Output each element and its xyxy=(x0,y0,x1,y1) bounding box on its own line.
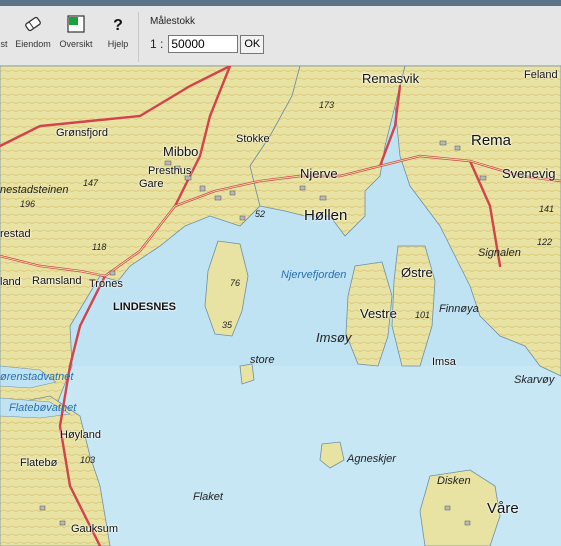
eraser-icon xyxy=(23,14,43,34)
tool-oversikt-label: Oversikt xyxy=(59,39,93,49)
place-label-lindesnes: LINDESNES xyxy=(113,301,176,313)
place-label-restad: restad xyxy=(0,228,31,240)
tool-hjelp[interactable]: ? Hjelp xyxy=(104,14,132,49)
place-label-hollen: Høllen xyxy=(304,207,348,224)
place-label-flatebo: Flatebø xyxy=(20,457,58,469)
place-label-finnoya: Finnøya xyxy=(439,303,479,315)
place-label-vestre: Vestre xyxy=(360,306,397,321)
tool-eiendom[interactable]: Eiendom xyxy=(12,14,54,49)
elevation-label-173: 173 xyxy=(319,100,335,110)
place-label-store: store xyxy=(250,354,275,366)
place-label-ostre: Østre xyxy=(401,265,433,280)
place-label-agneskjer: Agneskjer xyxy=(347,453,396,465)
islet-store xyxy=(239,363,255,385)
elevation-label-196: 196 xyxy=(20,199,36,209)
tool-partial-label: st xyxy=(0,39,8,49)
place-label-presthus: Presthus xyxy=(148,165,192,177)
elevation-label-122: 122 xyxy=(537,237,553,247)
place-label-nestadsteinen: nestadsteinen xyxy=(0,184,69,196)
place-label-signalen: Signalen xyxy=(478,247,521,259)
place-label-feland: Feland xyxy=(524,69,558,81)
place-label-rema: Rema xyxy=(471,132,512,149)
help-question-icon: ? xyxy=(108,14,128,34)
elevation-label-147: 147 xyxy=(83,178,99,188)
place-label-flaket: Flaket xyxy=(193,491,223,503)
elevation-label-118: 118 xyxy=(92,242,107,252)
elevation-label-76: 76 xyxy=(230,278,241,288)
tool-eiendom-label: Eiendom xyxy=(15,39,51,49)
water-label-flatebovatnet: Flatebøvatnet xyxy=(9,402,77,414)
place-label-njerve: Njerve xyxy=(300,166,338,181)
place-label-svenevig: Svenevig xyxy=(502,166,556,181)
place-label-imsoy: Imsøy xyxy=(316,330,352,345)
elevation-label-103: 103 xyxy=(80,455,96,465)
place-label-stokke: Stokke xyxy=(236,133,270,145)
place-label-hoyland: Høyland xyxy=(60,429,101,441)
place-label-trones: Trones xyxy=(89,278,123,290)
scale-title: Målestokk xyxy=(150,16,196,27)
tool-hjelp-label: Hjelp xyxy=(107,39,129,49)
place-label-ramsland: Ramsland xyxy=(32,275,82,287)
place-label-land: land xyxy=(0,276,21,288)
tool-partial[interactable]: st xyxy=(0,14,12,49)
scale-control: 1 : OK xyxy=(150,34,265,54)
scale-ok-button[interactable]: OK xyxy=(240,34,265,54)
place-label-vare: Våre xyxy=(487,500,519,517)
scale-input[interactable] xyxy=(168,35,239,53)
elevation-label-101: 101 xyxy=(415,310,431,320)
scale-prefix: 1 : xyxy=(150,37,164,51)
elevation-label-141: 141 xyxy=(539,204,555,214)
place-label-disken: Disken xyxy=(437,475,471,487)
tool-oversikt[interactable]: Oversikt xyxy=(56,14,96,49)
place-label-remasvik: Remasvik xyxy=(362,71,420,86)
place-label-gronsfjord: Grønsfjord xyxy=(56,127,108,139)
water-label-njervefjorden: Njervefjorden xyxy=(281,269,347,281)
place-label-gare: Gare xyxy=(139,178,164,190)
elevation-label-52: 52 xyxy=(255,209,266,219)
map-view[interactable]: Remasvik Feland Rema Grønsfjord Stokke M… xyxy=(0,66,561,546)
map-toolbar: st Eiendom Oversikt ? Hjelp Målestokk 1 … xyxy=(0,6,561,66)
elevation-label-35: 35 xyxy=(222,320,233,330)
place-label-mibo: Mibbo xyxy=(163,144,199,159)
place-label-gauksum: Gauksum xyxy=(71,523,119,535)
place-label-imsa: Imsa xyxy=(432,356,456,368)
overview-map-icon xyxy=(66,14,86,34)
place-label-skarvoy: Skarvøy xyxy=(514,374,555,386)
svg-text:?: ? xyxy=(113,17,123,34)
water-label-sorenstadvatnet: ørenstadvatnet xyxy=(0,371,74,383)
toolbar-separator xyxy=(138,12,139,62)
